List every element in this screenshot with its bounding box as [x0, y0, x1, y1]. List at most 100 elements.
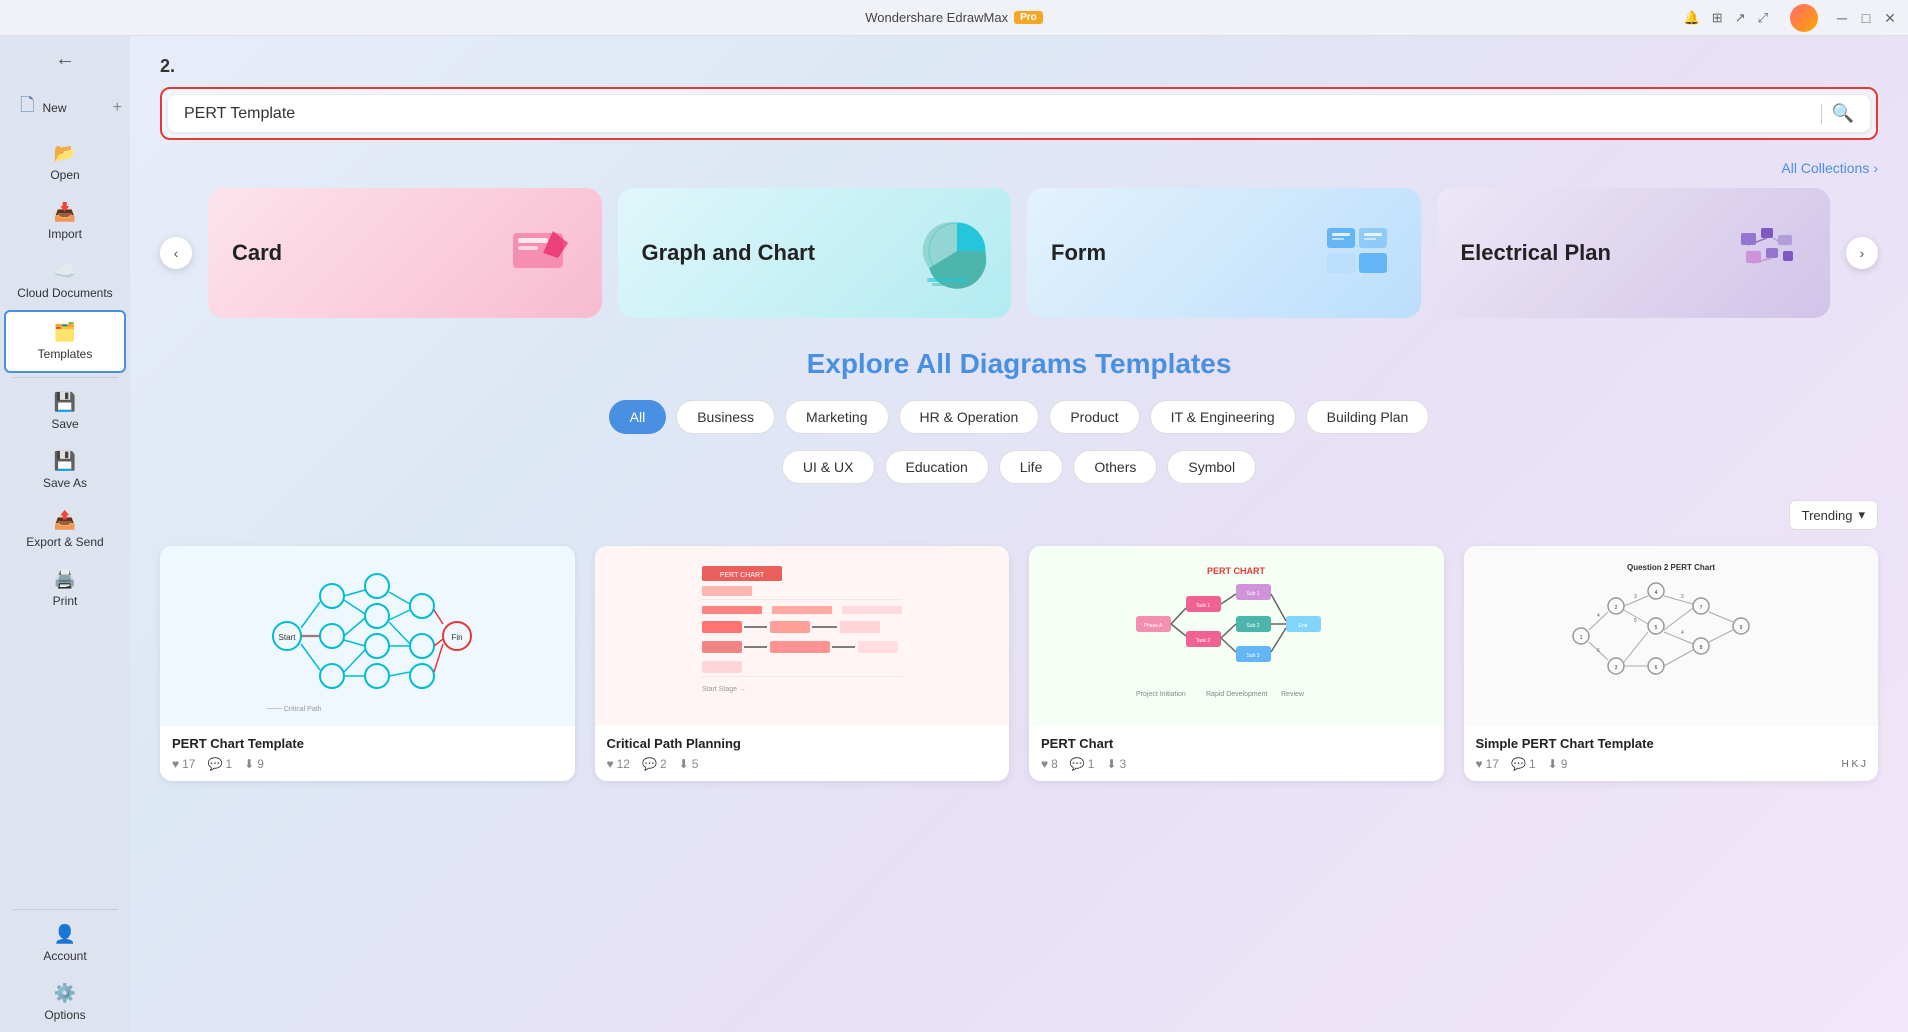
sidebar-item-options[interactable]: ⚙️ Options — [0, 973, 130, 1032]
comments-count-1: 1 — [225, 757, 232, 771]
svg-text:8: 8 — [1699, 645, 1702, 651]
template-name-2: Critical Path Planning — [607, 736, 998, 751]
sidebar-bottom: 👤 Account ⚙️ Options — [0, 905, 130, 1032]
titlebar: Wondershare EdrawMax Pro 🔔 ⊞ ↗ ⤢ ─ □ ✕ — [0, 0, 1908, 36]
filter-hr[interactable]: HR & Operation — [899, 400, 1040, 434]
sidebar-item-import[interactable]: 📥 Import — [0, 192, 130, 251]
template-downloads-3: ⬇ 3 — [1106, 757, 1126, 771]
filter-life[interactable]: Life — [999, 450, 1064, 484]
step2-indicator: 2. — [160, 56, 1878, 77]
notification-icon[interactable]: 🔔 — [1684, 10, 1700, 26]
template-comments-4: 💬 1 — [1511, 757, 1536, 771]
close-button[interactable]: ✕ — [1882, 10, 1898, 26]
svg-text:Question 2 PERT Chart: Question 2 PERT Chart — [1627, 563, 1715, 572]
sidebar-item-new[interactable]: 🗋 New + — [0, 83, 130, 133]
minimize-button[interactable]: ─ — [1834, 10, 1850, 26]
search-input[interactable] — [184, 105, 1811, 123]
download-icon: ⬇ — [244, 757, 254, 771]
maximize-button[interactable]: □ — [1858, 10, 1874, 26]
likes-count-3: 8 — [1051, 757, 1058, 771]
window-controls: ─ □ ✕ — [1834, 0, 1898, 36]
saveas-label: Save As — [43, 476, 87, 490]
template-card-4[interactable]: Question 2 PERT Chart 1 2 3 4 5 6 — [1464, 546, 1879, 781]
filter-pills-row2: UI & UX Education Life Others Symbol — [160, 450, 1878, 484]
template-meta-2: ♥ 12 💬 2 ⬇ 5 — [607, 757, 998, 771]
prev-arrow-button[interactable]: ‹ — [160, 237, 192, 269]
all-collections-link[interactable]: All Collections › — [1781, 160, 1878, 176]
template-card-1[interactable]: Start Fin — [160, 546, 575, 781]
main-content: 2. 🔍 All Collections › ‹ Card — [130, 0, 1908, 1032]
filter-it[interactable]: IT & Engineering — [1150, 400, 1296, 434]
next-arrow-button[interactable]: › — [1846, 237, 1878, 269]
download-icon-4: ⬇ — [1548, 757, 1558, 771]
template-card-3[interactable]: PERT CHART — [1029, 546, 1444, 781]
template-info-1: PERT Chart Template ♥ 17 💬 1 ⬇ 9 — [160, 726, 575, 781]
graph-category-label: Graph and Chart — [642, 240, 816, 266]
filter-uiux[interactable]: UI & UX — [782, 450, 875, 484]
template-author-4: H K J — [1842, 759, 1866, 770]
sort-dropdown[interactable]: Trending ▾ — [1789, 500, 1878, 530]
search-container: 🔍 — [160, 87, 1878, 140]
svg-text:Fin: Fin — [452, 633, 463, 642]
avatar[interactable] — [1790, 4, 1818, 32]
filter-building[interactable]: Building Plan — [1306, 400, 1430, 434]
category-card-card[interactable]: Card — [208, 188, 602, 318]
explore-prefix: Explore — [807, 348, 910, 379]
sidebar-item-export[interactable]: 📤 Export & Send — [0, 500, 130, 559]
sidebar-item-templates[interactable]: 🗂️ Templates — [4, 310, 126, 373]
grid-icon[interactable]: ⊞ — [1712, 10, 1723, 26]
pert-chart-svg-3: PERT CHART — [1126, 556, 1346, 716]
category-cards: ‹ Card Graph and Chart — [160, 188, 1878, 318]
comments-count-3: 1 — [1088, 757, 1095, 771]
svg-text:Sub 2: Sub 2 — [1247, 623, 1260, 629]
sidebar-item-account[interactable]: 👤 Account — [0, 914, 130, 973]
template-likes-4: ♥ 17 — [1476, 757, 1499, 771]
template-info-2: Critical Path Planning ♥ 12 💬 2 ⬇ 5 — [595, 726, 1010, 781]
svg-text:Task 2: Task 2 — [1196, 638, 1211, 644]
filter-product[interactable]: Product — [1049, 400, 1139, 434]
sidebar-item-cloud[interactable]: ☁️ Cloud Documents — [0, 251, 130, 310]
category-card-electrical[interactable]: Electrical Plan — [1437, 188, 1831, 318]
expand-icon[interactable]: ⤢ — [1758, 10, 1768, 26]
pert-chart-svg-4: Question 2 PERT Chart 1 2 3 4 5 6 — [1561, 556, 1781, 716]
pert-chart-svg-2: PERT CHART — [692, 556, 912, 716]
sort-label: Trending — [1802, 508, 1853, 523]
sidebar-item-open[interactable]: 📂 Open — [0, 133, 130, 192]
account-icon: 👤 — [54, 924, 76, 945]
category-card-form[interactable]: Form — [1027, 188, 1421, 318]
filter-others[interactable]: Others — [1073, 450, 1157, 484]
sidebar-item-saveas[interactable]: 💾 Save As — [0, 441, 130, 500]
new-label: New — [42, 101, 66, 115]
save-icon: 💾 — [54, 392, 76, 413]
template-likes-1: ♥ 17 — [172, 757, 195, 771]
sidebar-item-back[interactable]: ← — [0, 36, 130, 83]
filter-education[interactable]: Education — [885, 450, 989, 484]
filter-marketing[interactable]: Marketing — [785, 400, 888, 434]
pert-chart-svg-1: Start Fin — [257, 556, 477, 716]
svg-text:End: End — [1299, 623, 1308, 629]
svg-text:3: 3 — [1614, 665, 1617, 671]
sidebar-item-save[interactable]: 💾 Save — [0, 382, 130, 441]
share-icon[interactable]: ↗ — [1735, 10, 1746, 26]
svg-text:6: 6 — [1597, 648, 1600, 654]
svg-text:─── Critical Path: ─── Critical Path — [266, 706, 322, 713]
template-name-4: Simple PERT Chart Template — [1476, 736, 1867, 751]
sidebar-item-print[interactable]: 🖨️ Print — [0, 559, 130, 618]
filter-all[interactable]: All — [609, 400, 667, 434]
comment-icon: 💬 — [207, 757, 222, 771]
form-category-label: Form — [1051, 240, 1106, 266]
category-card-graph[interactable]: Graph and Chart — [618, 188, 1012, 318]
card-category-label: Card — [232, 240, 282, 266]
templates-icon: 🗂️ — [54, 322, 76, 343]
search-bar: 🔍 — [168, 95, 1870, 132]
svg-text:4: 4 — [1654, 590, 1657, 596]
app-title: Wondershare EdrawMax Pro — [865, 10, 1043, 25]
electrical-category-label: Electrical Plan — [1461, 240, 1611, 266]
template-comments-2: 💬 2 — [642, 757, 667, 771]
cloud-icon: ☁️ — [54, 261, 76, 282]
filter-business[interactable]: Business — [676, 400, 775, 434]
template-downloads-4: ⬇ 9 — [1548, 757, 1568, 771]
template-card-2[interactable]: PERT CHART — [595, 546, 1010, 781]
filter-symbol[interactable]: Symbol — [1167, 450, 1256, 484]
search-button[interactable]: 🔍 — [1832, 103, 1854, 124]
